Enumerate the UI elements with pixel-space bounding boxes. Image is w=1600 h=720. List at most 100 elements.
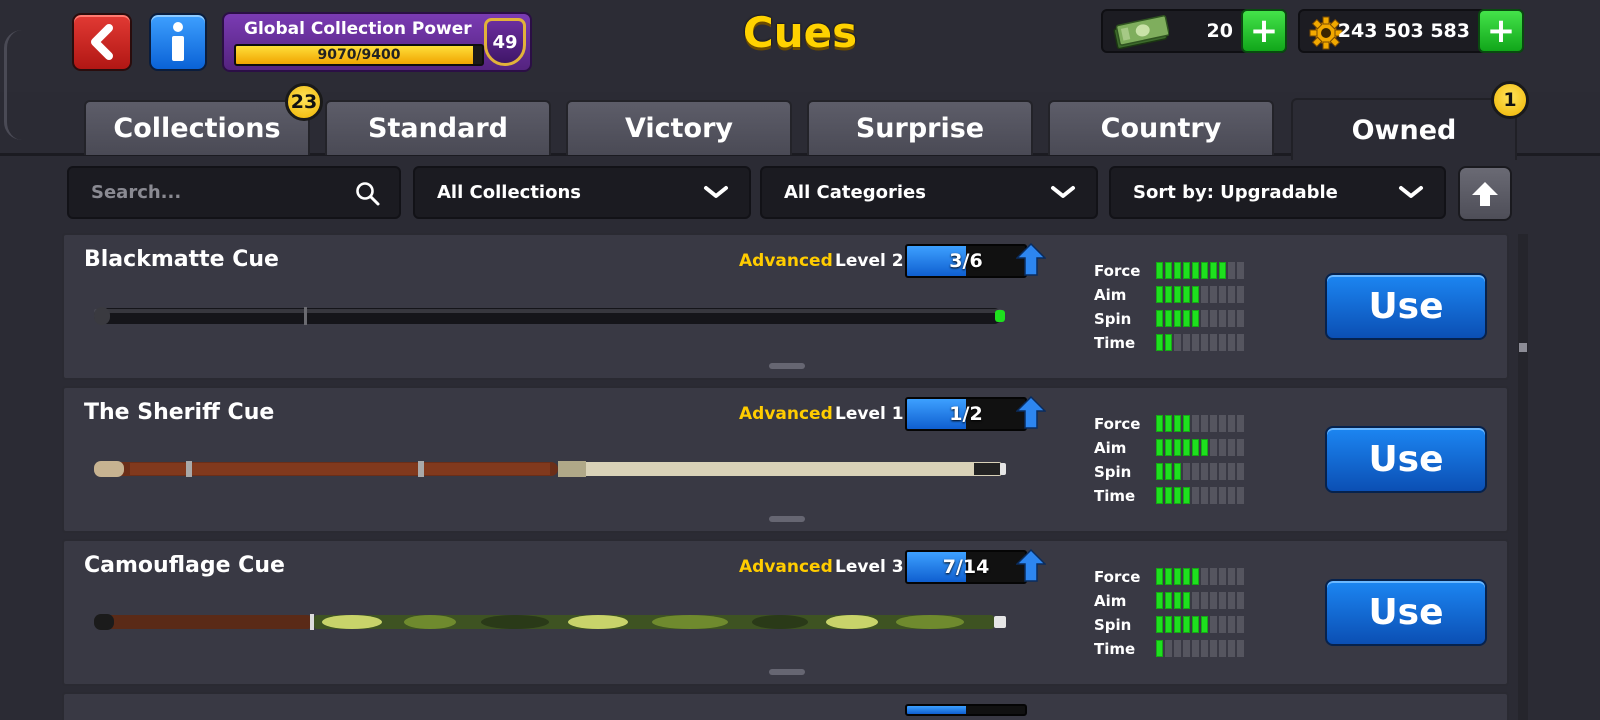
collection-power-label: Global Collection Power [244,19,472,39]
stat-segment-empty [1192,592,1199,609]
stat-label-force: Force [1094,262,1141,280]
tab-country[interactable]: Country [1048,100,1274,155]
stat-segment-empty [1201,592,1208,609]
stat-segment-empty [1210,592,1217,609]
cue-level-progress: 3/6 [905,244,1027,278]
stat-segment-empty [1219,439,1226,456]
stat-segment-empty [1237,262,1244,279]
tab-owned[interactable]: Owned [1291,98,1517,160]
stat-segment-empty [1219,334,1226,351]
use-button[interactable]: Use [1325,273,1487,340]
tab-surprise[interactable]: Surprise [807,100,1033,155]
drag-handle[interactable] [769,669,805,675]
drag-handle[interactable] [769,516,805,522]
tab-label: Surprise [855,113,985,144]
back-button[interactable] [72,13,132,71]
stat-segment-empty [1201,463,1208,480]
stat-segment-empty [1210,568,1217,585]
stat-label-spin: Spin [1094,616,1132,634]
stat-label-aim: Aim [1094,439,1127,457]
upgrade-arrow-icon [1016,549,1046,582]
stat-segment-empty [1228,415,1235,432]
stat-label-aim: Aim [1094,286,1127,304]
stat-segment-filled [1165,592,1172,609]
scrollbar-thumb[interactable] [1519,343,1527,352]
tab-victory[interactable]: Victory [566,100,792,155]
cue-card-partial[interactable] [62,692,1509,720]
collection-level-shield: 49 [484,18,526,66]
tab-collections[interactable]: Collections [84,100,310,155]
stat-segment-filled [1201,439,1208,456]
search-input[interactable] [91,182,341,203]
stat-segment-empty [1174,640,1181,657]
cue-level-progress-text: 7/14 [942,556,990,578]
stat-segment-filled [1165,487,1172,504]
stat-segment-filled [1174,439,1181,456]
stat-segment-empty [1228,487,1235,504]
tab-label: Standard [368,113,508,144]
cue-card[interactable]: Camouflage Cue Advanced Level 3 7/14 For… [62,539,1509,686]
collection-filter-dropdown[interactable]: All Collections [413,166,751,219]
scrollbar[interactable] [1518,234,1528,720]
cue-card[interactable]: Blackmatte Cue Advanced Level 2 3/6 Forc… [62,233,1509,380]
stat-segment-empty [1192,487,1199,504]
cue-rarity: Advanced [739,251,833,271]
stat-bar-aim [1156,439,1244,456]
cue-card[interactable]: The Sheriff Cue Advanced Level 1 1/2 For… [62,386,1509,533]
stat-segment-filled [1165,439,1172,456]
search-field[interactable] [67,166,401,219]
stat-segment-empty [1228,439,1235,456]
stat-segment-filled [1174,592,1181,609]
stat-segment-empty [1183,334,1190,351]
stat-segment-filled [1165,463,1172,480]
cue-level-progress-text: 3/6 [949,250,983,272]
add-cash-button[interactable]: + [1241,9,1287,53]
info-icon [172,22,184,61]
stat-segment-filled [1165,310,1172,327]
stat-segment-empty [1219,463,1226,480]
collection-power-panel[interactable]: Global Collection Power 9070/9400 49 [222,12,532,72]
stat-segment-filled [1165,334,1172,351]
stat-segment-filled [1183,286,1190,303]
use-button[interactable]: Use [1325,426,1487,493]
tab-standard[interactable]: Standard [325,100,551,155]
stat-segment-filled [1183,262,1190,279]
stat-segment-empty [1201,334,1208,351]
stat-bar-time [1156,487,1244,504]
stat-segment-filled [1165,616,1172,633]
coins-panel: 243 503 583 + [1298,9,1524,53]
tab-label: Victory [624,113,734,144]
stat-segment-empty [1237,286,1244,303]
stat-segment-filled [1174,616,1181,633]
stat-segment-empty [1210,463,1217,480]
stat-segment-empty [1210,640,1217,657]
info-button[interactable] [149,13,207,71]
stat-segment-filled [1192,262,1199,279]
coins-value: 243 503 583 [1337,20,1470,42]
stat-label-spin: Spin [1094,310,1132,328]
stat-segment-filled [1183,439,1190,456]
stat-segment-filled [1192,310,1199,327]
stat-bar-aim [1156,286,1244,303]
stat-segment-filled [1192,439,1199,456]
stat-segment-empty [1183,640,1190,657]
stat-segment-empty [1237,616,1244,633]
use-button[interactable]: Use [1325,579,1487,646]
stat-label-time: Time [1094,640,1136,658]
chevron-down-icon [704,186,728,198]
stat-segment-empty [1210,439,1217,456]
owned-count-badge: 1 [1491,81,1529,119]
stat-label-time: Time [1094,487,1136,505]
stat-bar-time [1156,640,1244,657]
stat-segment-empty [1201,568,1208,585]
stat-segment-empty [1219,310,1226,327]
stat-segment-empty [1228,463,1235,480]
sort-value: Sort by: Upgradable [1133,182,1338,203]
cash-icon [1113,15,1169,49]
add-coins-button[interactable]: + [1478,9,1524,53]
category-filter-dropdown[interactable]: All Categories [760,166,1098,219]
sort-direction-button[interactable] [1458,166,1512,221]
stat-segment-filled [1156,310,1163,327]
sort-dropdown[interactable]: Sort by: Upgradable [1109,166,1446,219]
drag-handle[interactable] [769,363,805,369]
